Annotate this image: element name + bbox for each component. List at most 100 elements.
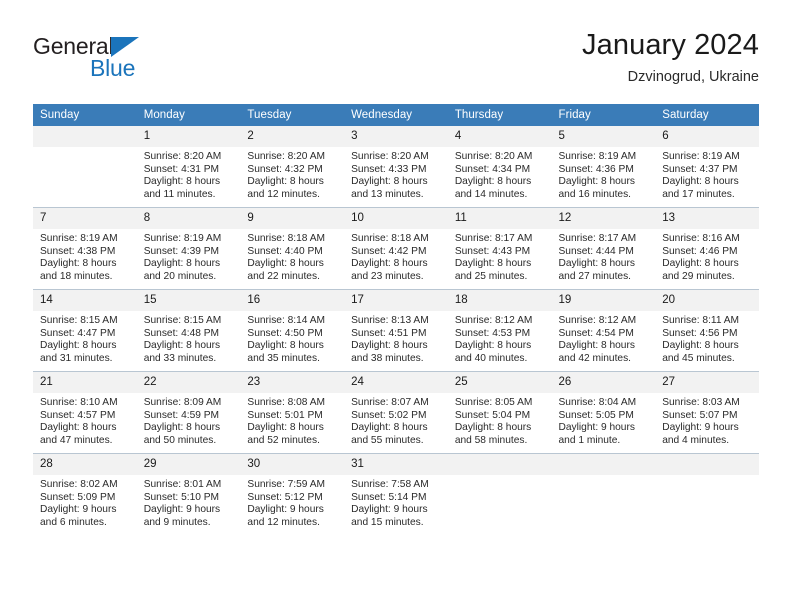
sunset-time: Sunset: 4:59 PM (143, 409, 220, 421)
daylight-duration-line1: Daylight: 8 hours (247, 340, 324, 352)
sunrise-time: Sunrise: 8:19 AM (662, 151, 740, 162)
sunset-time: Sunset: 4:31 PM (143, 163, 220, 175)
sunset-time: Sunset: 4:32 PM (247, 163, 323, 175)
day-number: 22 (136, 372, 241, 393)
calendar-day-cell[interactable]: 5 Sunrise: 8:19 AM Sunset: 4:36 PM Daylight… (551, 126, 656, 208)
calendar-day-cell[interactable]: 28 Sunrise: 8:02 AM Sunset: 5:09 PM Dayligh… (33, 453, 137, 535)
daylight-duration-line1: Daylight: 8 hours (662, 176, 739, 188)
calendar-day-cell[interactable]: 13 Sunrise: 8:16 AM Sunset: 4:46 PM Dayligh… (655, 207, 759, 290)
calendar-day-cell-empty (447, 453, 552, 535)
sunset-time: Sunset: 5:07 PM (662, 409, 738, 421)
calendar-day-cell[interactable]: 20 Sunrise: 8:11 AM Sunset: 4:56 PM Dayligh… (655, 289, 759, 372)
day-number: 5 (551, 126, 656, 147)
sunrise-time: Sunrise: 8:20 AM (351, 151, 429, 162)
calendar-day-cell[interactable]: 29 Sunrise: 8:01 AM Sunset: 5:10 PM Dayligh… (136, 453, 241, 535)
sunrise-time: Sunrise: 8:12 AM (454, 315, 533, 326)
sunset-time: Sunset: 4:40 PM (247, 245, 323, 257)
calendar-day-cell[interactable]: 22 Sunrise: 8:09 AM Sunset: 4:59 PM Dayligh… (136, 371, 241, 454)
daylight-duration-line2: and 4 minutes. (662, 434, 730, 446)
sunset-time: Sunset: 4:37 PM (662, 163, 738, 175)
daylight-duration-line2: and 11 minutes. (143, 188, 216, 200)
daylight-duration-line1: Daylight: 9 hours (143, 504, 221, 516)
daylight-duration-line1: Daylight: 8 hours (558, 258, 635, 270)
sunset-time: Sunset: 4:39 PM (143, 245, 220, 257)
sunset-time: Sunset: 4:34 PM (454, 163, 531, 175)
calendar-day-cell[interactable]: 15 Sunrise: 8:15 AM Sunset: 4:48 PM Dayligh… (136, 289, 241, 372)
day-number: 20 (655, 290, 759, 311)
daylight-duration-line2: and 17 minutes. (662, 188, 735, 200)
daylight-duration-line2: and 50 minutes. (143, 434, 217, 446)
daylight-duration-line1: Daylight: 8 hours (454, 422, 532, 434)
sunrise-time: Sunrise: 8:15 AM (143, 315, 222, 326)
calendar-day-cell[interactable]: 19 Sunrise: 8:12 AM Sunset: 4:54 PM Dayligh… (551, 289, 656, 372)
day-details: Sunrise: 8:18 AM Sunset: 4:42 PM Daylight:… (344, 229, 448, 283)
day-details: Sunrise: 8:20 AM Sunset: 4:32 PM Daylight:… (240, 147, 344, 201)
sunrise-time: Sunrise: 8:03 AM (662, 397, 740, 408)
daylight-duration-line1: Daylight: 8 hours (247, 176, 324, 188)
sunrise-time: Sunrise: 8:02 AM (40, 479, 118, 490)
calendar-day-cell[interactable]: 8 Sunrise: 8:19 AM Sunset: 4:39 PM Daylight… (136, 207, 241, 290)
calendar-day-cell[interactable]: 21 Sunrise: 8:10 AM Sunset: 4:57 PM Dayligh… (33, 371, 137, 454)
calendar-day-cell[interactable]: 26 Sunrise: 8:04 AM Sunset: 5:05 PM Dayligh… (551, 371, 656, 454)
daylight-duration-line1: Daylight: 8 hours (351, 258, 428, 270)
calendar-day-cell[interactable]: 16 Sunrise: 8:14 AM Sunset: 4:50 PM Dayligh… (240, 289, 345, 372)
day-number: 28 (33, 454, 137, 475)
day-number: 17 (344, 290, 448, 311)
calendar-day-cell[interactable]: 4 Sunrise: 8:20 AM Sunset: 4:34 PM Daylight… (447, 126, 552, 208)
calendar-day-cell[interactable]: 9 Sunrise: 8:18 AM Sunset: 4:40 PM Daylight… (240, 207, 345, 290)
calendar-day-cell[interactable]: 17 Sunrise: 8:13 AM Sunset: 4:51 PM Dayligh… (344, 289, 448, 372)
sunset-time: Sunset: 4:56 PM (662, 327, 738, 339)
day-details: Sunrise: 8:14 AM Sunset: 4:50 PM Daylight:… (240, 311, 344, 365)
calendar-day-cell-empty (33, 126, 137, 208)
daylight-duration-line1: Daylight: 8 hours (143, 340, 221, 352)
sunset-time: Sunset: 4:48 PM (143, 327, 220, 339)
day-number: 21 (33, 372, 137, 393)
daylight-duration-line2: and 58 minutes. (454, 434, 528, 446)
day-details: Sunrise: 7:59 AM Sunset: 5:12 PM Daylight:… (240, 475, 344, 529)
calendar-day-cell-empty (655, 453, 759, 535)
weekday-header-friday: Friday (551, 104, 656, 126)
day-number: 7 (33, 208, 137, 229)
calendar-day-cell[interactable]: 24 Sunrise: 8:07 AM Sunset: 5:02 PM Dayligh… (344, 371, 448, 454)
sunrise-time: Sunrise: 8:14 AM (247, 315, 325, 326)
day-number: 2 (240, 126, 345, 147)
weekday-header-thursday: Thursday (447, 104, 552, 126)
calendar-day-cell[interactable]: 27 Sunrise: 8:03 AM Sunset: 5:07 PM Dayligh… (655, 371, 759, 454)
daylight-duration-line1: Daylight: 8 hours (558, 340, 635, 352)
calendar-day-cell[interactable]: 23 Sunrise: 8:08 AM Sunset: 5:01 PM Dayligh… (240, 371, 345, 454)
calendar-day-cell[interactable]: 7 Sunrise: 8:19 AM Sunset: 4:38 PM Daylight… (33, 207, 137, 290)
calendar-day-cell[interactable]: 10 Sunrise: 8:18 AM Sunset: 4:42 PM Dayligh… (344, 207, 448, 290)
calendar-day-cell[interactable]: 3 Sunrise: 8:20 AM Sunset: 4:33 PM Daylight… (344, 126, 448, 208)
calendar-day-cell[interactable]: 31 Sunrise: 7:58 AM Sunset: 5:14 PM Dayligh… (344, 453, 448, 535)
page-header: General Blue January 2024 Dzvinogrud, Uk… (33, 28, 759, 96)
sunset-time: Sunset: 5:09 PM (40, 491, 116, 503)
sunrise-time: Sunrise: 8:10 AM (40, 397, 118, 408)
day-number: 26 (551, 372, 656, 393)
daylight-duration-line2: and 13 minutes. (351, 188, 424, 200)
calendar-body: 1 Sunrise: 8:20 AM Sunset: 4:31 PM Daylight… (33, 126, 759, 535)
daylight-duration-line2: and 12 minutes. (247, 188, 320, 200)
calendar-day-cell[interactable]: 12 Sunrise: 8:17 AM Sunset: 4:44 PM Dayligh… (551, 207, 656, 290)
daylight-duration-line2: and 16 minutes. (558, 188, 632, 200)
sunrise-time: Sunrise: 8:16 AM (662, 233, 740, 244)
calendar-day-cell[interactable]: 25 Sunrise: 8:05 AM Sunset: 5:04 PM Dayligh… (447, 371, 552, 454)
calendar-day-cell[interactable]: 11 Sunrise: 8:17 AM Sunset: 4:43 PM Dayligh… (447, 207, 552, 290)
calendar-day-cell[interactable]: 1 Sunrise: 8:20 AM Sunset: 4:31 PM Daylight… (136, 126, 241, 208)
triangle-icon (111, 37, 139, 57)
calendar-head: Sunday Monday Tuesday Wednesday Thursday… (33, 104, 759, 126)
sunset-time: Sunset: 4:50 PM (247, 327, 323, 339)
daylight-duration-line2: and 15 minutes. (351, 516, 424, 528)
calendar-week-row: 1 Sunrise: 8:20 AM Sunset: 4:31 PM Daylight… (33, 126, 759, 208)
daylight-duration-line1: Daylight: 8 hours (143, 176, 221, 188)
daylight-duration-line1: Daylight: 8 hours (662, 258, 739, 270)
calendar-day-cell[interactable]: 6 Sunrise: 8:19 AM Sunset: 4:37 PM Daylight… (655, 126, 759, 208)
day-details: Sunrise: 8:17 AM Sunset: 4:44 PM Daylight:… (552, 229, 656, 283)
sunrise-time: Sunrise: 7:58 AM (351, 479, 429, 490)
sunset-time: Sunset: 4:33 PM (351, 163, 427, 175)
calendar-day-cell[interactable]: 2 Sunrise: 8:20 AM Sunset: 4:32 PM Daylight… (240, 126, 345, 208)
sunrise-time: Sunrise: 8:19 AM (143, 233, 222, 244)
daylight-duration-line2: and 35 minutes. (247, 352, 320, 364)
calendar-day-cell[interactable]: 14 Sunrise: 8:15 AM Sunset: 4:47 PM Dayligh… (33, 289, 137, 372)
calendar-day-cell[interactable]: 18 Sunrise: 8:12 AM Sunset: 4:53 PM Dayligh… (447, 289, 552, 372)
calendar-day-cell[interactable]: 30 Sunrise: 7:59 AM Sunset: 5:12 PM Dayligh… (240, 453, 345, 535)
